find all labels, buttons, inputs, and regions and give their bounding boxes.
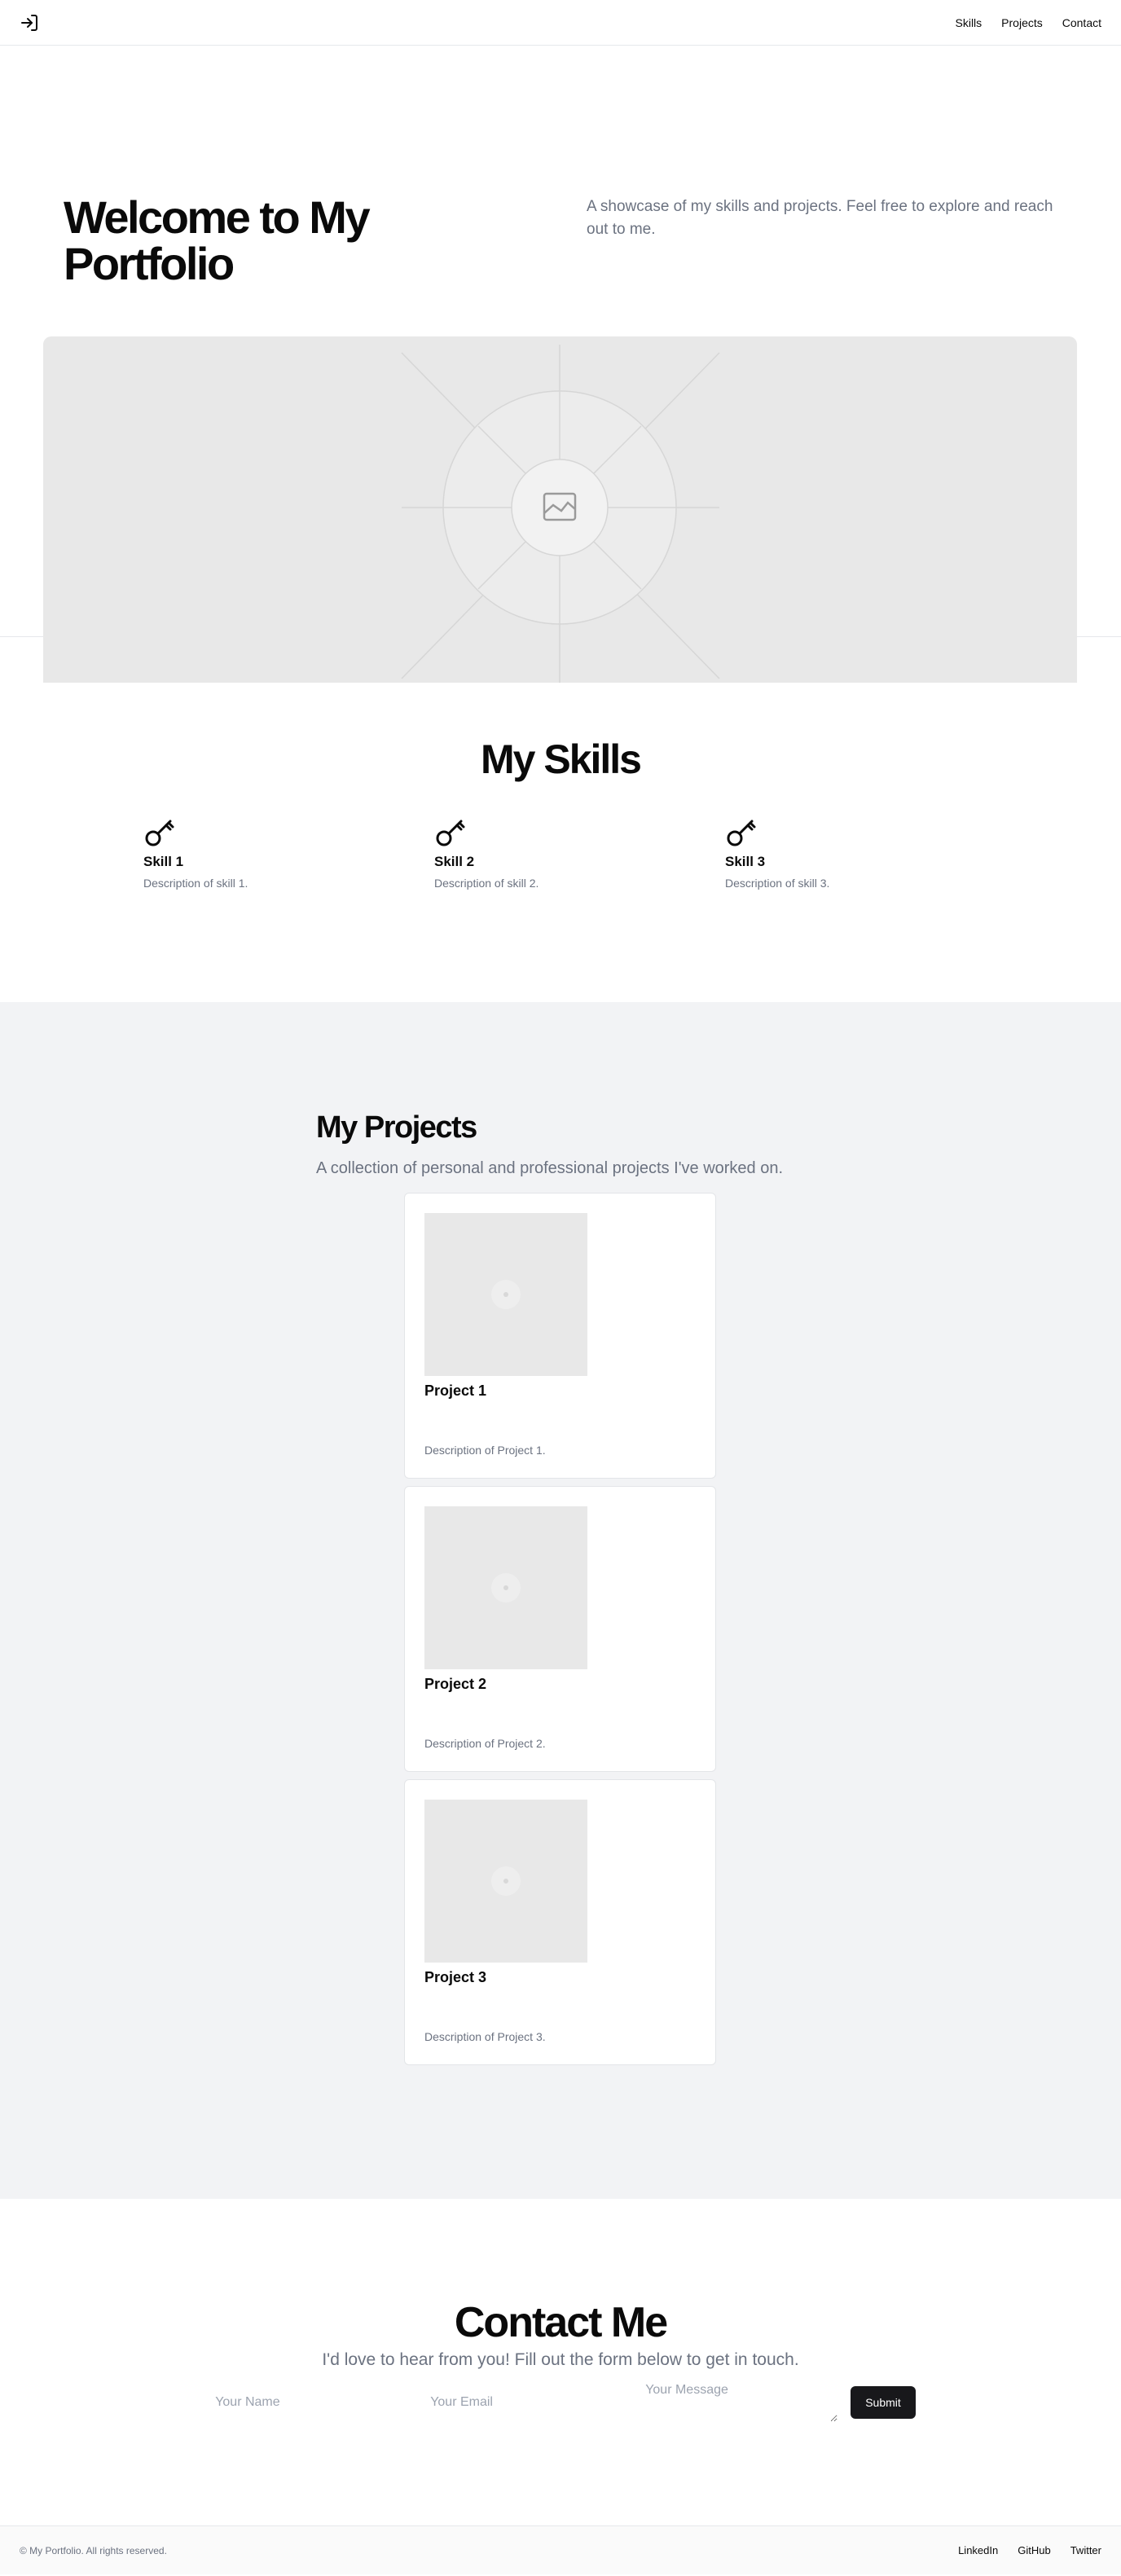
hero-title: Welcome to My Portfolio [64,191,371,289]
site-footer: © My Portfolio. All rights reserved. Lin… [0,2525,1121,2574]
hero-section: Welcome to My Portfolio A showcase of my… [0,46,1121,683]
name-input[interactable] [205,2386,408,2419]
hero-subtitle: A showcase of my skills and projects. Fe… [587,198,1053,238]
key-icon [143,816,176,849]
skill-name: Skill 3 [725,854,766,869]
skill-name: Skill 1 [143,854,184,869]
skill-card: Skill 3 Description of skill 3. [725,816,1016,890]
projects-header: My Projects A collection of personal and… [316,1110,805,1181]
project-card[interactable]: Project 2 Description of Project 2. [404,1486,716,1772]
main-nav: Skills Projects Contact [956,16,1102,29]
footer-link-twitter[interactable]: Twitter [1070,2544,1101,2556]
submit-button[interactable]: Submit [851,2386,916,2419]
project-image-placeholder [424,1800,587,1963]
contact-title: Contact Me [454,2299,668,2346]
footer-link-linkedin[interactable]: LinkedIn [958,2544,998,2556]
skills-title: My Skills [481,736,642,782]
project-description: Description of Project 3. [424,2030,546,2043]
key-icon [434,816,467,849]
footer-link-github[interactable]: GitHub [1018,2544,1050,2556]
copyright-text: © My Portfolio. All rights reserved. [20,2544,167,2556]
contact-form: Submit [0,2383,1121,2422]
project-image-placeholder [424,1506,587,1669]
project-card[interactable]: Project 1 Description of Project 1. [404,1193,716,1479]
project-name: Project 1 [424,1383,487,1399]
message-textarea[interactable] [635,2383,838,2422]
skills-grid: Skill 1 Description of skill 1. Skill 2 … [0,816,1121,890]
nav-link-contact[interactable]: Contact [1062,16,1101,29]
hero-image-placeholder [43,336,1077,683]
project-list: Project 1 Description of Project 1. Proj… [404,1193,716,2065]
skill-name: Skill 2 [434,854,475,869]
skill-description: Description of skill 1. [143,877,248,890]
projects-section: My Projects A collection of personal and… [0,1002,1121,2199]
skill-card: Skill 2 Description of skill 2. [434,816,725,890]
email-input[interactable] [420,2386,623,2419]
project-name: Project 2 [424,1676,487,1692]
project-card[interactable]: Project 3 Description of Project 3. [404,1779,716,2065]
project-description: Description of Project 2. [424,1737,546,1750]
skill-description: Description of skill 3. [725,877,830,890]
footer-links: LinkedIn GitHub Twitter [958,2544,1101,2556]
nav-link-skills[interactable]: Skills [956,16,983,29]
project-image-placeholder [424,1213,587,1376]
contact-section: Contact Me I'd love to hear from you! Fi… [0,2199,1121,2525]
key-icon [725,816,758,849]
projects-subtitle: A collection of personal and professiona… [316,1159,784,1177]
project-name: Project 3 [424,1969,487,1985]
skill-description: Description of skill 2. [434,877,539,890]
nav-link-projects[interactable]: Projects [1001,16,1043,29]
project-description: Description of Project 1. [424,1444,546,1457]
login-arrow-icon[interactable] [20,13,39,33]
site-header: Skills Projects Contact [0,0,1121,46]
skill-card: Skill 1 Description of skill 1. [143,816,434,890]
skills-section: My Skills Skill 1 Description of skill 1… [0,637,1121,1002]
projects-title: My Projects [316,1110,477,1145]
contact-subtitle: I'd love to hear from you! Fill out the … [322,2350,799,2369]
